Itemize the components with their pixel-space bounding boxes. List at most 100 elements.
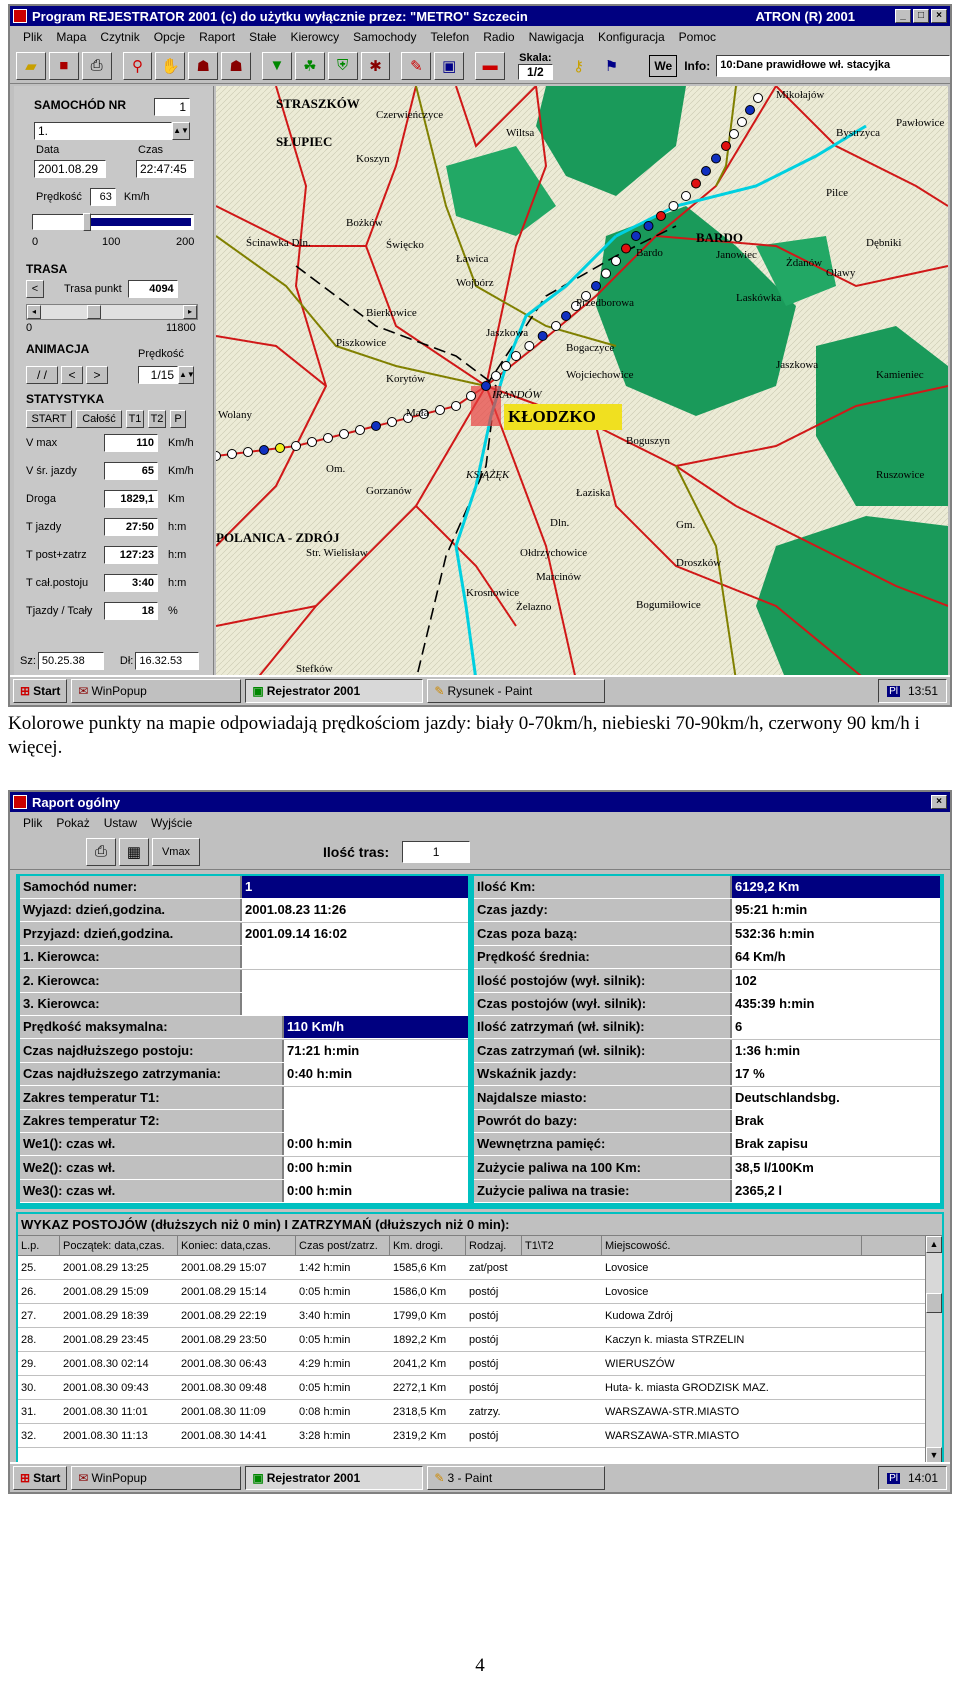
print-icon[interactable]: ⎙ — [86, 837, 116, 866]
route-point[interactable] — [387, 417, 397, 427]
menu-mapa[interactable]: Mapa — [49, 30, 93, 44]
vehicle-name-field[interactable]: 1. — [34, 122, 172, 140]
table-row[interactable]: 25. 2001.08.29 13:25 2001.08.29 15:07 1:42 … — [18, 1256, 942, 1280]
route-point[interactable] — [466, 391, 476, 401]
menu-pokaz[interactable]: Pokaż — [49, 816, 96, 830]
stat-t1-button[interactable]: T1 — [126, 410, 144, 428]
route-scroll-left[interactable]: ◂ — [27, 305, 41, 319]
route-point[interactable] — [591, 281, 601, 291]
route-point[interactable] — [753, 93, 763, 103]
route-prev-button[interactable]: < — [26, 280, 44, 298]
settings-icon[interactable]: ✱ — [360, 51, 391, 80]
menu-telefon[interactable]: Telefon — [424, 30, 477, 44]
hand-pan-icon[interactable]: ✋ — [155, 51, 186, 80]
close-button[interactable]: × — [931, 795, 947, 809]
column-header[interactable]: Rodzaj. — [466, 1236, 522, 1255]
task-rejestrator[interactable]: ▣ Rejestrator 2001 — [245, 1466, 424, 1490]
vmax-button[interactable]: Vmax — [152, 837, 200, 866]
anim-speed-field[interactable]: 1/15 — [138, 366, 178, 384]
menu-opcje[interactable]: Opcje — [147, 30, 192, 44]
menu-kierowcy[interactable]: Kierowcy — [283, 30, 346, 44]
menu-plik[interactable]: Plik — [16, 30, 49, 44]
table-row[interactable]: 28. 2001.08.29 23:45 2001.08.29 23:50 0:05 … — [18, 1328, 942, 1352]
layers-icon[interactable]: ▣ — [434, 51, 465, 80]
palette-icon[interactable]: ✎ — [401, 51, 432, 80]
we-button[interactable]: We — [649, 54, 678, 77]
route-point[interactable] — [371, 421, 381, 431]
task-paint[interactable]: ✎ Rysunek - Paint — [427, 679, 606, 703]
menu-nawigacja[interactable]: Nawigacja — [522, 30, 591, 44]
route-point[interactable] — [291, 441, 301, 451]
route-point[interactable] — [611, 256, 621, 266]
table-row[interactable]: 26. 2001.08.29 15:09 2001.08.29 15:14 0:05 … — [18, 1280, 942, 1304]
column-header[interactable]: Czas post/zatrz. — [296, 1236, 390, 1255]
route-point[interactable] — [451, 401, 461, 411]
stops-scrollbar[interactable]: ▲ ▼ — [925, 1236, 942, 1464]
menu-radio[interactable]: Radio — [476, 30, 521, 44]
route-point[interactable] — [511, 351, 521, 361]
route-count-field[interactable]: 1 — [402, 840, 471, 863]
route-point[interactable] — [307, 437, 317, 447]
save-icon[interactable]: ■ — [48, 51, 79, 80]
route-point[interactable] — [737, 117, 747, 127]
map-view[interactable]: STRASZKÓW Czerwieńczyce SŁUPIEC Koszyn W… — [216, 86, 948, 680]
start-button[interactable]: ⊞ Start — [13, 1466, 68, 1490]
column-header[interactable]: Km. drogi. — [390, 1236, 466, 1255]
car-icon[interactable]: ▬ — [475, 51, 506, 80]
route-scroll-thumb[interactable] — [87, 305, 101, 319]
table-row[interactable]: 27. 2001.08.29 18:39 2001.08.29 22:19 3:40 … — [18, 1304, 942, 1328]
route-point[interactable] — [339, 429, 349, 439]
scroll-up-arrow[interactable]: ▲ — [926, 1236, 942, 1253]
route-point[interactable] — [551, 321, 561, 331]
route-point[interactable] — [524, 341, 535, 351]
table-row[interactable]: 32. 2001.08.30 11:13 2001.08.30 14:41 3:28 … — [18, 1424, 942, 1448]
vehicle-number-field[interactable]: 1 — [154, 98, 190, 116]
column-header[interactable]: Początek: data,czas. — [60, 1236, 178, 1255]
route-point[interactable] — [481, 381, 491, 391]
anim-pause-button[interactable]: / / — [26, 366, 58, 384]
route-point[interactable] — [216, 451, 221, 461]
stat-start-button[interactable]: START — [26, 410, 72, 428]
menu-konfiguracja[interactable]: Konfiguracja — [591, 30, 672, 44]
route-point[interactable] — [435, 405, 445, 415]
task-paint[interactable]: ✎ 3 - Paint — [427, 1466, 606, 1490]
route-point[interactable] — [691, 178, 701, 189]
menu-raport[interactable]: Raport — [192, 30, 242, 44]
column-header[interactable]: T1\T2 — [522, 1236, 602, 1255]
route-point[interactable] — [259, 445, 269, 455]
column-header[interactable]: L.p. — [18, 1236, 60, 1255]
route-point[interactable] — [355, 425, 365, 435]
menu-plik[interactable]: Plik — [16, 816, 49, 830]
menu-pomoc[interactable]: Pomoc — [672, 30, 723, 44]
man-rtk-icon[interactable]: ☗ — [221, 51, 252, 80]
shield-icon[interactable]: ⛨ — [327, 51, 358, 80]
menu-samochody[interactable]: Samochody — [346, 30, 423, 44]
route-point[interactable] — [668, 201, 679, 211]
route-point[interactable] — [561, 311, 571, 321]
maximize-button[interactable]: □ — [913, 9, 929, 23]
route-scrollbar[interactable]: ◂ ▸ — [26, 304, 198, 320]
route-point[interactable] — [275, 443, 285, 453]
stat-all-button[interactable]: Całość — [76, 410, 122, 428]
route-point[interactable] — [621, 243, 631, 254]
keyboard-layout-indicator[interactable]: Pl — [887, 685, 900, 697]
scale-value[interactable]: 1/2 — [518, 63, 553, 80]
task-rejestrator[interactable]: ▣ Rejestrator 2001 — [245, 679, 424, 703]
route-point[interactable] — [721, 141, 731, 151]
route-point[interactable] — [681, 191, 691, 201]
table-row[interactable]: 30. 2001.08.30 09:43 2001.08.30 09:48 0:05 … — [18, 1376, 942, 1400]
keyboard-layout-indicator[interactable]: Pl — [887, 1472, 900, 1484]
route-point[interactable] — [643, 221, 654, 231]
column-header[interactable]: Miejscowość. — [602, 1236, 862, 1255]
stat-p-button[interactable]: P — [170, 410, 186, 428]
route-icon[interactable]: ☘ — [294, 51, 325, 80]
route-point[interactable] — [491, 371, 501, 381]
menu-stale[interactable]: Stałe — [242, 30, 283, 44]
route-point[interactable] — [227, 449, 237, 459]
menu-wyjscie[interactable]: Wyjście — [144, 816, 199, 830]
table-row[interactable]: 31. 2001.08.30 11:01 2001.08.30 11:09 0:08 … — [18, 1400, 942, 1424]
man-rtm-icon[interactable]: ☗ — [188, 51, 219, 80]
column-header[interactable]: Koniec: data,czas. — [178, 1236, 296, 1255]
close-button[interactable]: × — [931, 9, 947, 23]
table-icon[interactable]: ▦ — [119, 837, 149, 866]
